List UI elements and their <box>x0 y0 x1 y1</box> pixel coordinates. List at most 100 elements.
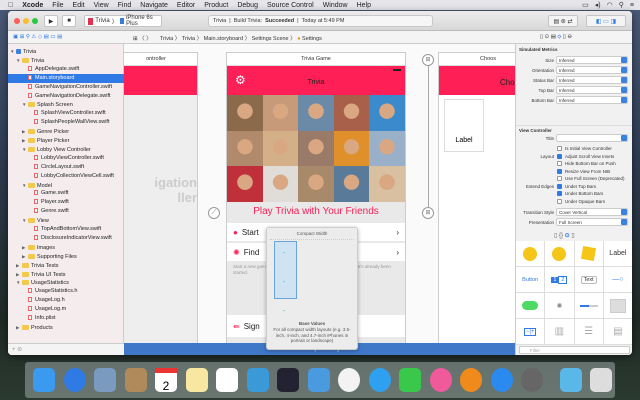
lib-segmented-control[interactable]: 12 <box>545 267 575 293</box>
dock-safari-icon[interactable] <box>63 368 86 392</box>
breadcrumb-group[interactable]: Trivia <box>182 36 195 42</box>
lib-progress-view[interactable] <box>574 293 604 319</box>
navigator-item[interactable]: Player.swift <box>8 198 124 207</box>
checkbox[interactable] <box>557 168 562 174</box>
lib-stepper[interactable]: −|+ <box>516 319 546 345</box>
inspector-tabs[interactable]: ▯ ⊙ ▤ ⬦ ▯ ⊖ <box>540 34 572 41</box>
navigator-item[interactable]: UsageStatistics.h <box>8 287 124 296</box>
checkbox[interactable] <box>557 183 562 189</box>
metric-select[interactable]: Inferred <box>556 76 628 84</box>
navigator-item[interactable]: AppDelegate.swift <box>8 65 124 74</box>
dock-photos-icon[interactable] <box>338 368 360 392</box>
breadcrumb-file[interactable]: Main.storyboard <box>204 36 243 42</box>
navigator-item[interactable]: ▶ Genre Picker <box>8 127 124 136</box>
navigator-item[interactable]: ▶ Trivia Tests <box>8 261 124 270</box>
back-forward-buttons[interactable]: ⊞ 〈 〉 <box>133 34 152 42</box>
navigator-item[interactable]: ▶ Player Picker <box>8 136 124 145</box>
size-class-grid[interactable]: ▪ ▪ ▪ <box>270 239 354 319</box>
wifi-icon[interactable]: ◠ <box>607 1 613 9</box>
transition-value-select[interactable]: Cover Vertical <box>556 208 628 216</box>
library-filter-input[interactable]: Filter <box>519 346 630 354</box>
navigator-item[interactable]: Main.storyboard <box>8 73 124 83</box>
dock-notes-icon[interactable] <box>185 368 208 392</box>
zoom-button[interactable] <box>32 18 38 24</box>
menu-editor[interactable]: Editor <box>177 2 195 9</box>
navigator-item[interactable]: Genre.swift <box>8 207 124 216</box>
metric-select[interactable]: Inferred <box>556 86 628 94</box>
navigator-item[interactable]: TopAndBottomView.swift <box>8 225 124 234</box>
checkbox[interactable] <box>557 146 562 151</box>
navigator-item[interactable]: Game.swift <box>8 189 124 198</box>
label-view[interactable]: Label <box>444 99 484 152</box>
menu-view[interactable]: View <box>94 2 109 9</box>
dock-system-preferences-icon[interactable] <box>521 368 543 392</box>
dock-reminders-icon[interactable] <box>216 368 238 392</box>
lib-activity-indicator[interactable]: ✺ <box>545 293 575 319</box>
navigator-item[interactable]: ▶ Supporting Files <box>8 252 124 261</box>
menu-window[interactable]: Window <box>323 2 348 9</box>
dock-trash-icon[interactable] <box>590 368 612 392</box>
checkbox[interactable] <box>557 191 562 196</box>
menu-navigate[interactable]: Navigate <box>140 2 168 9</box>
lib-button[interactable]: Button <box>516 267 546 293</box>
library-tabs[interactable]: ▯ {} ⊙ ▯ <box>554 232 575 239</box>
menu-source-control[interactable]: Source Control <box>267 2 314 9</box>
lib-slider[interactable]: —○ <box>603 267 632 293</box>
breadcrumb-scene[interactable]: Settings Scene <box>252 36 289 42</box>
navigation-controller-scene[interactable]: ontroller igation ller <box>124 52 198 343</box>
checkbox[interactable] <box>557 161 562 166</box>
navigator-item[interactable]: ▼ Trivia <box>8 47 124 56</box>
navigator-item[interactable]: ▼ Trivia <box>8 56 124 65</box>
lib-image-view[interactable] <box>603 293 632 319</box>
close-button[interactable] <box>14 18 20 24</box>
navigator-item[interactable]: SplashViewController.swift <box>8 109 124 118</box>
minimize-button[interactable] <box>23 18 29 24</box>
navigator-item[interactable]: ▼ Splash Screen <box>8 100 124 109</box>
navigator-item[interactable]: ▼ Lobby View Controller <box>8 145 124 154</box>
scheme-selector[interactable]: Trivia 〉 iPhone 6s Plus <box>84 15 162 27</box>
metric-select[interactable]: Inferred <box>556 96 628 104</box>
dock-messages-icon[interactable] <box>368 368 391 392</box>
navigator-filter-bar[interactable]: + ⊜ <box>8 343 124 355</box>
lib-table-view[interactable]: ▥ <box>545 319 575 345</box>
navigator-item[interactable]: GameNavigationController.swift <box>8 83 124 92</box>
compact-width-selection[interactable] <box>274 241 297 299</box>
lib-label[interactable]: Label <box>603 241 632 267</box>
navigator-item[interactable]: UsageLog.h <box>8 296 124 305</box>
dock-preview-icon[interactable] <box>94 368 116 392</box>
dock-calendar-icon[interactable]: 2 <box>155 368 177 393</box>
dock-facetime-icon[interactable] <box>399 368 421 392</box>
navigator-item[interactable]: Info.plist <box>8 314 124 323</box>
menu-app[interactable]: Xcode <box>22 2 43 9</box>
presentation-value-select[interactable]: Full Screen <box>556 218 628 226</box>
navigator-item[interactable]: SplashPeopleWallView.swift <box>8 118 124 127</box>
lib-scroll-view[interactable]: ▤ <box>603 319 632 345</box>
dock-app-store-icon[interactable] <box>490 368 513 392</box>
view-toggle-buttons[interactable]: ◧ ▭ ◨ <box>586 15 626 27</box>
segue-icon[interactable]: ⟋ <box>208 207 220 219</box>
menu-edit[interactable]: Edit <box>73 2 85 9</box>
lib-object[interactable] <box>574 241 604 267</box>
dock-xcode-icon[interactable] <box>246 368 269 392</box>
segue-icon[interactable]: ⊞ <box>422 207 434 219</box>
notification-center-icon[interactable]: ≡ <box>630 2 634 9</box>
dock-instruments-icon[interactable] <box>277 368 299 392</box>
airplay-icon[interactable]: ▭ <box>582 1 589 9</box>
navigator-item[interactable]: ▼ View <box>8 216 124 225</box>
lib-storyboard-reference[interactable] <box>545 241 575 267</box>
title-field[interactable] <box>556 134 628 142</box>
navigator-item[interactable]: DisclosureIndicatorView.swift <box>8 234 124 243</box>
breadcrumb-settings[interactable]: Settings <box>302 36 322 42</box>
dock-itunes-icon[interactable] <box>429 368 452 392</box>
checkbox[interactable] <box>557 153 562 159</box>
apple-icon[interactable]:  <box>8 2 13 9</box>
run-button[interactable]: ▶ <box>44 15 58 27</box>
metric-select[interactable]: Inferred <box>556 56 628 64</box>
navigator-item[interactable]: ▶ Images <box>8 243 124 252</box>
dock-simulator-icon[interactable] <box>307 368 330 392</box>
segue-icon[interactable]: ⊞ <box>422 54 434 66</box>
navigator-item[interactable]: LobbyViewController.swift <box>8 154 124 163</box>
navigator-item[interactable]: ▶ Products <box>8 323 124 332</box>
breadcrumb[interactable]: Trivia 〉 Trivia 〉 Main.storyboard 〉 Sett… <box>160 34 322 42</box>
navigator-item[interactable]: GameNavigationDelegate.swift <box>8 92 124 101</box>
